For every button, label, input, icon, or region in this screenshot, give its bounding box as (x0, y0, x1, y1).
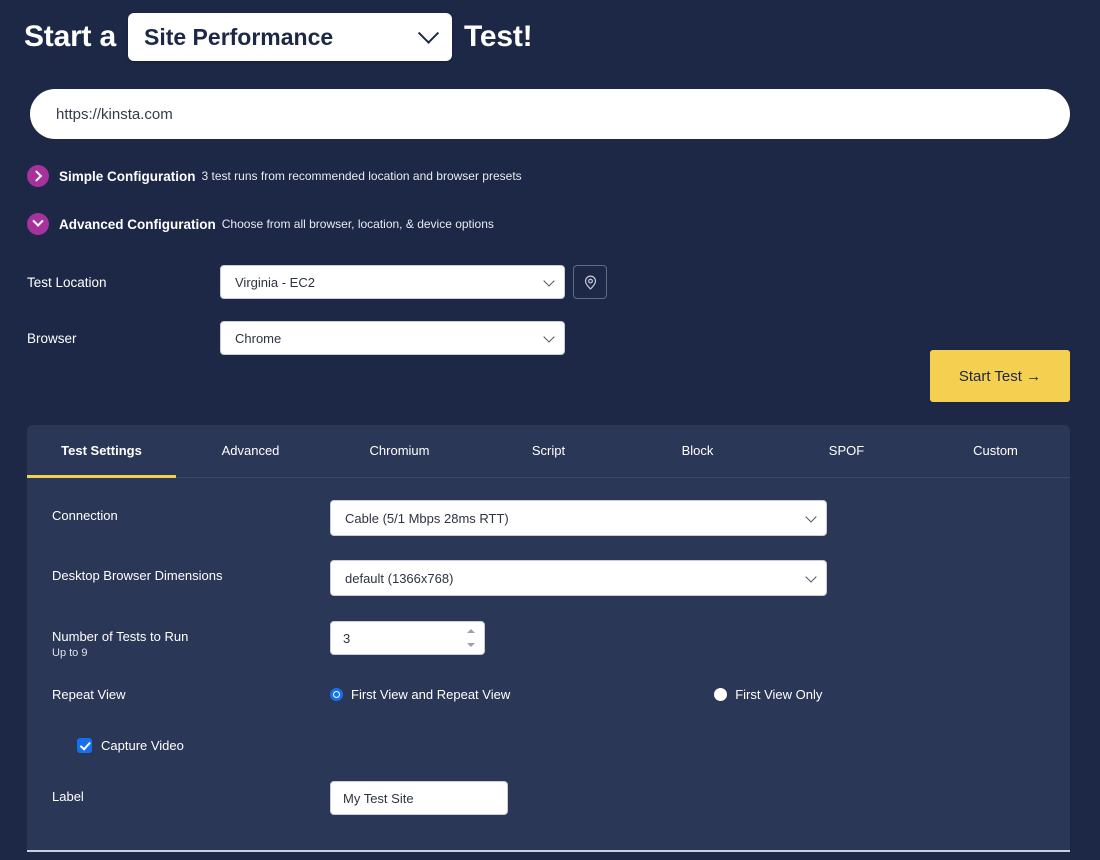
simple-configuration-toggle[interactable]: Simple Configuration 3 test runs from re… (27, 163, 1100, 189)
radio-first-and-repeat-view[interactable]: First View and Repeat View (330, 687, 510, 702)
start-test-button[interactable]: Start Test → (930, 350, 1070, 402)
number-of-tests-sublabel: Up to 9 (52, 647, 330, 661)
check-icon (79, 739, 90, 750)
connection-row: Connection Cable (5/1 Mbps 28ms RTT) (27, 500, 1070, 536)
advanced-configuration-description: Choose from all browser, location, & dev… (222, 217, 494, 231)
advanced-configuration-toggle[interactable]: Advanced Configuration Choose from all b… (27, 211, 1100, 237)
chevron-down-circle-icon (27, 213, 49, 235)
browser-value: Chrome (235, 331, 281, 346)
settings-tabs: Test Settings Advanced Chromium Script B… (27, 425, 1070, 478)
capture-video-row: Capture Video (27, 738, 1070, 753)
browser-label: Browser (27, 331, 220, 346)
number-of-tests-label: Number of Tests to Run Up to 9 (52, 621, 330, 661)
advanced-configuration-title: Advanced Configuration (59, 217, 216, 232)
url-bar-container (0, 89, 1100, 139)
tab-advanced[interactable]: Advanced (176, 425, 325, 477)
chevron-down-icon (543, 275, 554, 286)
browser-dimensions-select[interactable]: default (1366x768) (330, 560, 827, 596)
browser-dimensions-label: Desktop Browser Dimensions (52, 560, 330, 584)
test-settings-body: Connection Cable (5/1 Mbps 28ms RTT) Des… (27, 478, 1070, 815)
tab-chromium[interactable]: Chromium (325, 425, 474, 477)
browser-dimensions-value: default (1366x768) (345, 571, 453, 586)
radio-first-view-only[interactable]: First View Only (714, 687, 822, 702)
radio-selected-icon (330, 688, 343, 701)
tab-custom[interactable]: Custom (921, 425, 1070, 477)
tab-test-settings[interactable]: Test Settings (27, 425, 176, 477)
browser-dimensions-row: Desktop Browser Dimensions default (1366… (27, 560, 1070, 596)
number-of-tests-row: Number of Tests to Run Up to 9 (27, 621, 1070, 661)
configuration-modes: Simple Configuration 3 test runs from re… (0, 163, 1100, 237)
test-type-select[interactable]: Site Performance (128, 13, 452, 61)
connection-label: Connection (52, 500, 330, 524)
chevron-right-circle-icon (27, 165, 49, 187)
chevron-down-icon (543, 331, 554, 342)
connection-select[interactable]: Cable (5/1 Mbps 28ms RTT) (330, 500, 827, 536)
number-stepper-icon[interactable] (465, 629, 476, 647)
tab-spof[interactable]: SPOF (772, 425, 921, 477)
page-title-prefix: Start a (24, 20, 116, 54)
test-location-label: Test Location (27, 275, 220, 290)
test-location-value: Virginia - EC2 (235, 275, 315, 290)
connection-value: Cable (5/1 Mbps 28ms RTT) (345, 511, 509, 526)
page-header: Start a Site Performance Test! (0, 0, 1100, 62)
test-location-select[interactable]: Virginia - EC2 (220, 265, 565, 299)
test-label-input[interactable] (330, 781, 508, 815)
radio-unselected-icon (714, 688, 727, 701)
url-input[interactable] (30, 89, 1070, 139)
chevron-down-icon (418, 22, 439, 43)
tab-block[interactable]: Block (623, 425, 772, 477)
simple-configuration-title: Simple Configuration (59, 169, 196, 184)
chevron-down-icon (805, 511, 816, 522)
map-pin-button[interactable] (573, 265, 607, 299)
tab-script[interactable]: Script (474, 425, 623, 477)
repeat-view-row: Repeat View First View and Repeat View F… (27, 679, 1070, 713)
page-title-suffix: Test! (464, 20, 532, 54)
number-of-tests-label-text: Number of Tests to Run (52, 629, 188, 644)
chevron-down-icon (805, 571, 816, 582)
number-of-tests-input[interactable] (330, 621, 485, 655)
test-type-select-value: Site Performance (144, 24, 421, 51)
test-location-row: Test Location Virginia - EC2 (0, 265, 1100, 299)
capture-video-checkbox[interactable] (77, 738, 92, 753)
repeat-view-label: Repeat View (52, 679, 330, 703)
radio-first-and-repeat-view-label: First View and Repeat View (351, 687, 510, 702)
simple-configuration-description: 3 test runs from recommended location an… (202, 169, 522, 183)
test-label-row: Label (27, 781, 1070, 815)
advanced-options: Test Location Virginia - EC2 Browser Chr… (0, 265, 1100, 355)
browser-select[interactable]: Chrome (220, 321, 565, 355)
test-settings-panel: Test Settings Advanced Chromium Script B… (27, 425, 1070, 852)
map-pin-icon (582, 274, 599, 291)
radio-first-view-only-label: First View Only (735, 687, 822, 702)
test-label-label: Label (52, 781, 330, 805)
capture-video-label: Capture Video (101, 738, 184, 753)
